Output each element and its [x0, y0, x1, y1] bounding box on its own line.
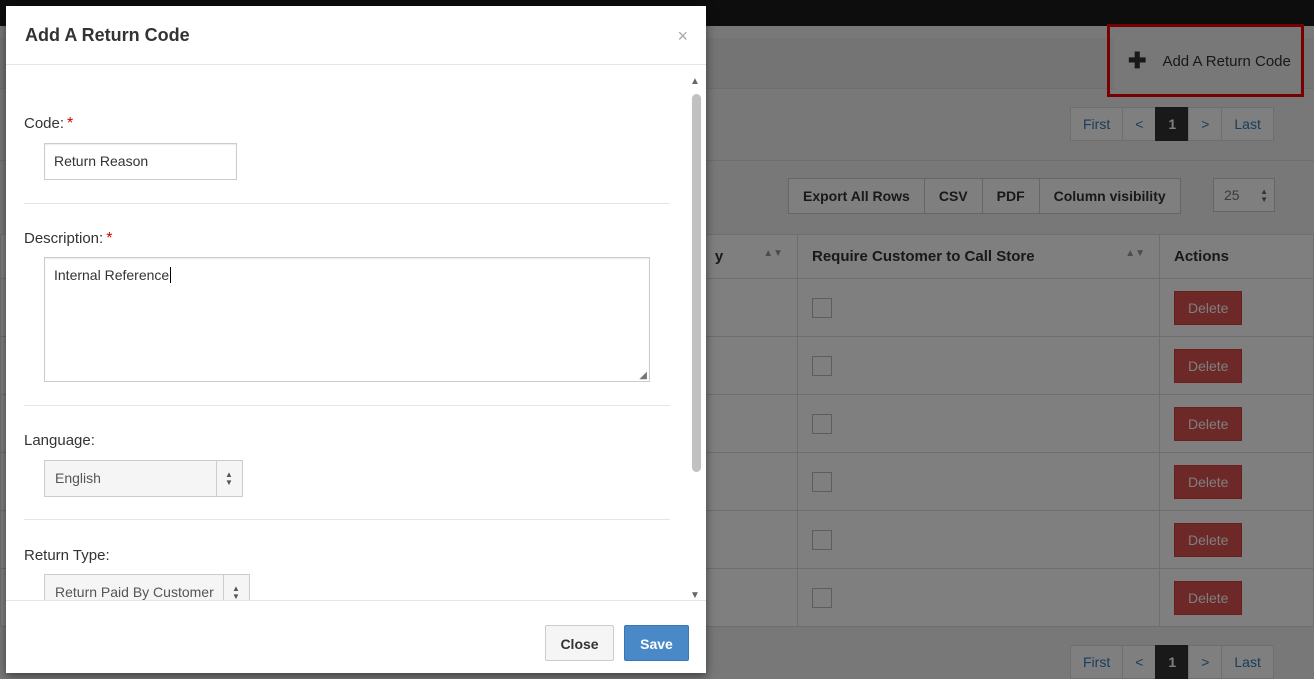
modal-header: Add A Return Code × — [6, 6, 706, 65]
modal-footer: Close Save — [6, 600, 706, 674]
divider — [24, 519, 670, 520]
scrollbar-thumb[interactable] — [692, 94, 701, 472]
code-label: Code: * — [24, 115, 670, 133]
select-separator — [223, 575, 224, 600]
add-return-code-modal: Add A Return Code × Code: * Return Reason… — [6, 6, 706, 673]
divider — [24, 405, 670, 406]
language-select[interactable]: English ▲ ▼ — [44, 460, 243, 497]
required-marker: * — [106, 230, 113, 247]
select-arrows-icon: ▲▼ — [225, 470, 233, 487]
language-label-text: Language: — [24, 432, 95, 449]
divider — [24, 203, 670, 204]
language-label: Language: — [24, 432, 670, 450]
required-marker: * — [67, 115, 74, 132]
close-button[interactable]: Close — [545, 625, 614, 661]
select-separator — [216, 461, 217, 496]
return-type-select[interactable]: Return Paid By Customer ▲ ▼ — [44, 574, 250, 600]
description-textarea-value: Internal Reference — [54, 267, 170, 283]
code-input[interactable]: Return Reason — [44, 143, 237, 180]
text-cursor — [170, 267, 172, 283]
language-select-value: English — [55, 470, 101, 486]
code-label-text: Code: — [24, 115, 65, 132]
modal-title: Add A Return Code — [25, 25, 190, 45]
return-type-label-text: Return Type: — [24, 547, 110, 564]
return-type-select-value: Return Paid By Customer — [55, 584, 214, 600]
save-button[interactable]: Save — [624, 625, 689, 661]
close-icon[interactable]: × — [677, 26, 688, 47]
resize-handle-icon[interactable]: ◢ — [639, 370, 647, 381]
return-type-label: Return Type: — [24, 547, 670, 565]
description-label: Description: * — [24, 230, 670, 248]
scroll-up-arrow-icon[interactable]: ▲ — [690, 76, 700, 87]
description-textarea[interactable]: Internal Reference ◢ — [44, 257, 650, 382]
select-arrows-icon: ▲▼ — [232, 584, 240, 601]
code-input-value: Return Reason — [54, 153, 149, 169]
description-label-text: Description: — [24, 230, 104, 247]
modal-body: Code: * Return Reason Description: * Inter… — [6, 65, 706, 600]
